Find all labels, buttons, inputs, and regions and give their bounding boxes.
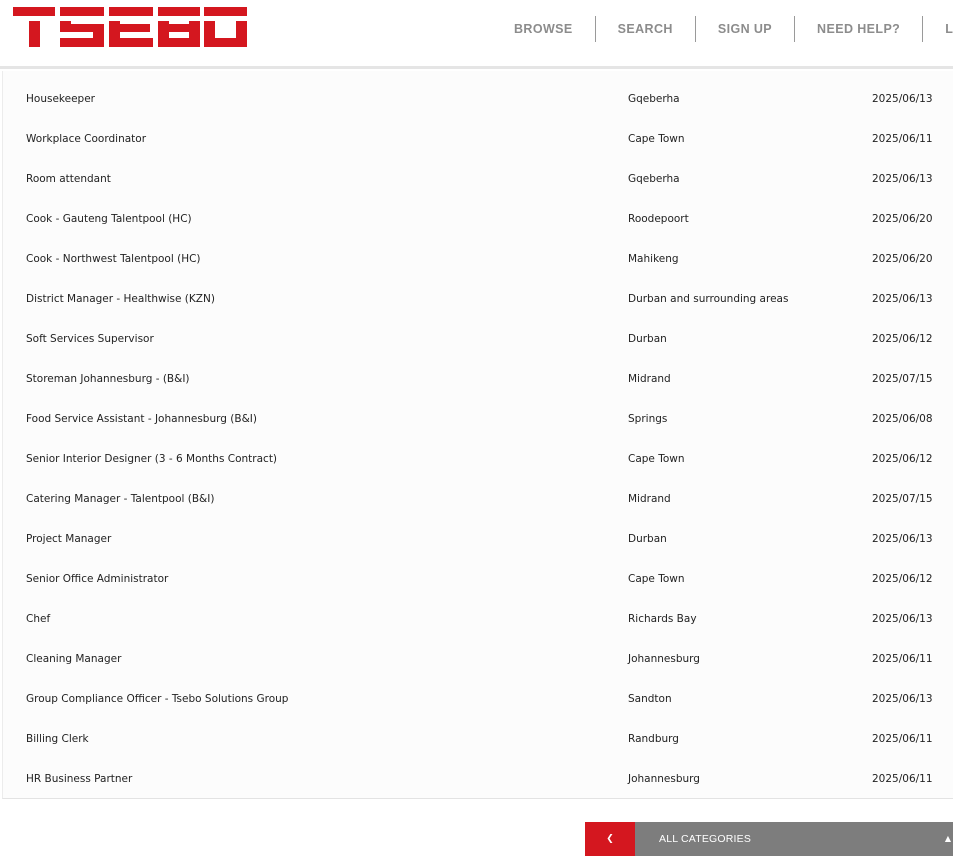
- job-location: Johannesburg: [628, 653, 700, 665]
- job-title[interactable]: Cook - Northwest Talentpool (HC): [26, 231, 201, 271]
- back-button[interactable]: ❮: [585, 822, 635, 856]
- job-row[interactable]: Senior Interior Designer (3 - 6 Months C…: [3, 431, 953, 471]
- job-date: 2025/06/12: [872, 573, 933, 585]
- job-location: Gqeberha: [628, 93, 680, 105]
- nav-browse[interactable]: BROWSE: [492, 16, 595, 42]
- job-location: Randburg: [628, 733, 679, 745]
- job-row[interactable]: Billing Clerk Randburg 2025/06/11: [3, 711, 953, 751]
- job-row[interactable]: Room attendant Gqeberha 2025/06/13: [3, 151, 953, 191]
- job-location: Midrand: [628, 493, 671, 505]
- job-title[interactable]: Project Manager: [26, 511, 111, 551]
- job-title[interactable]: Senior Office Administrator: [26, 551, 168, 591]
- job-title[interactable]: Food Service Assistant - Johannesburg (B…: [26, 391, 257, 431]
- job-row[interactable]: Catering Manager - Talentpool (B&I) Midr…: [3, 471, 953, 511]
- job-date: 2025/06/20: [872, 253, 933, 265]
- job-row[interactable]: Cook - Northwest Talentpool (HC) Mahiken…: [3, 231, 953, 271]
- job-row[interactable]: Housekeeper Gqeberha 2025/06/13: [3, 71, 953, 111]
- job-date: 2025/06/12: [872, 453, 933, 465]
- job-row[interactable]: District Manager - Healthwise (KZN) Durb…: [3, 271, 953, 311]
- job-row[interactable]: Food Service Assistant - Johannesburg (B…: [3, 391, 953, 431]
- job-date: 2025/06/13: [872, 613, 933, 625]
- job-location: Richards Bay: [628, 613, 697, 625]
- job-title[interactable]: Cleaning Manager: [26, 631, 121, 671]
- job-date: 2025/06/11: [872, 773, 933, 785]
- main-nav: BROWSE SEARCH SIGN UP NEED HELP? LOG: [492, 16, 953, 42]
- job-row[interactable]: Project Manager Durban 2025/06/13: [3, 511, 953, 551]
- job-row[interactable]: Storeman Johannesburg - (B&I) Midrand 20…: [3, 351, 953, 391]
- job-title[interactable]: Cook - Gauteng Talentpool (HC): [26, 191, 192, 231]
- tsebo-logo[interactable]: [13, 7, 247, 47]
- job-date: 2025/07/15: [872, 493, 933, 505]
- job-date: 2025/07/15: [872, 373, 933, 385]
- job-location: Durban: [628, 533, 667, 545]
- job-date: 2025/06/11: [872, 653, 933, 665]
- job-location: Sandton: [628, 693, 672, 705]
- job-location: Cape Town: [628, 133, 685, 145]
- job-row[interactable]: Senior Office Administrator Cape Town 20…: [3, 551, 953, 591]
- job-list: Housekeeper Gqeberha 2025/06/13 Workplac…: [2, 71, 953, 799]
- job-location: Cape Town: [628, 573, 685, 585]
- job-title[interactable]: District Manager - Healthwise (KZN): [26, 271, 215, 311]
- job-row[interactable]: Workplace Coordinator Cape Town 2025/06/…: [3, 111, 953, 151]
- job-title[interactable]: Housekeeper: [26, 71, 95, 111]
- caret-up-icon: ▲: [944, 834, 951, 843]
- job-location: Gqeberha: [628, 173, 680, 185]
- nav-search[interactable]: SEARCH: [594, 16, 695, 42]
- job-date: 2025/06/13: [872, 533, 933, 545]
- job-date: 2025/06/08: [872, 413, 933, 425]
- job-title[interactable]: Chef: [26, 591, 50, 631]
- job-location: Durban and surrounding areas: [628, 293, 789, 305]
- job-title[interactable]: HR Business Partner: [26, 751, 132, 791]
- job-date: 2025/06/13: [872, 93, 933, 105]
- nav-log-in[interactable]: LOG: [922, 16, 953, 42]
- job-date: 2025/06/20: [872, 213, 933, 225]
- job-date: 2025/06/11: [872, 133, 933, 145]
- job-row[interactable]: Group Compliance Officer - Tsebo Solutio…: [3, 671, 953, 711]
- job-date: 2025/06/13: [872, 173, 933, 185]
- job-title[interactable]: Senior Interior Designer (3 - 6 Months C…: [26, 431, 277, 471]
- job-row[interactable]: HR Business Partner Johannesburg 2025/06…: [3, 751, 953, 791]
- job-title[interactable]: Soft Services Supervisor: [26, 311, 154, 351]
- job-location: Springs: [628, 413, 668, 425]
- job-title[interactable]: Billing Clerk: [26, 711, 89, 751]
- nav-need-help[interactable]: NEED HELP?: [794, 16, 922, 42]
- job-date: 2025/06/11: [872, 733, 933, 745]
- job-date: 2025/06/13: [872, 693, 933, 705]
- category-label: ALL CATEGORIES: [659, 833, 752, 845]
- category-selector[interactable]: ❮ ALL CATEGORIES ▲: [585, 822, 953, 856]
- nav-sign-up[interactable]: SIGN UP: [694, 16, 794, 42]
- job-location: Roodepoort: [628, 213, 689, 225]
- job-row[interactable]: Cook - Gauteng Talentpool (HC) Roodepoor…: [3, 191, 953, 231]
- job-title[interactable]: Storeman Johannesburg - (B&I): [26, 351, 190, 391]
- job-title[interactable]: Workplace Coordinator: [26, 111, 146, 151]
- job-date: 2025/06/12: [872, 333, 933, 345]
- job-location: Midrand: [628, 373, 671, 385]
- job-row[interactable]: Chef Richards Bay 2025/06/13: [3, 591, 953, 631]
- chevron-left-icon: ❮: [606, 834, 614, 844]
- job-row[interactable]: Cleaning Manager Johannesburg 2025/06/11: [3, 631, 953, 671]
- job-title[interactable]: Room attendant: [26, 151, 111, 191]
- job-row[interactable]: Soft Services Supervisor Durban 2025/06/…: [3, 311, 953, 351]
- job-date: 2025/06/13: [872, 293, 933, 305]
- site-header: BROWSE SEARCH SIGN UP NEED HELP? LOG: [0, 0, 953, 69]
- job-title[interactable]: Group Compliance Officer - Tsebo Solutio…: [26, 671, 288, 711]
- job-location: Mahikeng: [628, 253, 679, 265]
- job-location: Cape Town: [628, 453, 685, 465]
- job-location: Durban: [628, 333, 667, 345]
- job-title[interactable]: Catering Manager - Talentpool (B&I): [26, 471, 214, 511]
- job-location: Johannesburg: [628, 773, 700, 785]
